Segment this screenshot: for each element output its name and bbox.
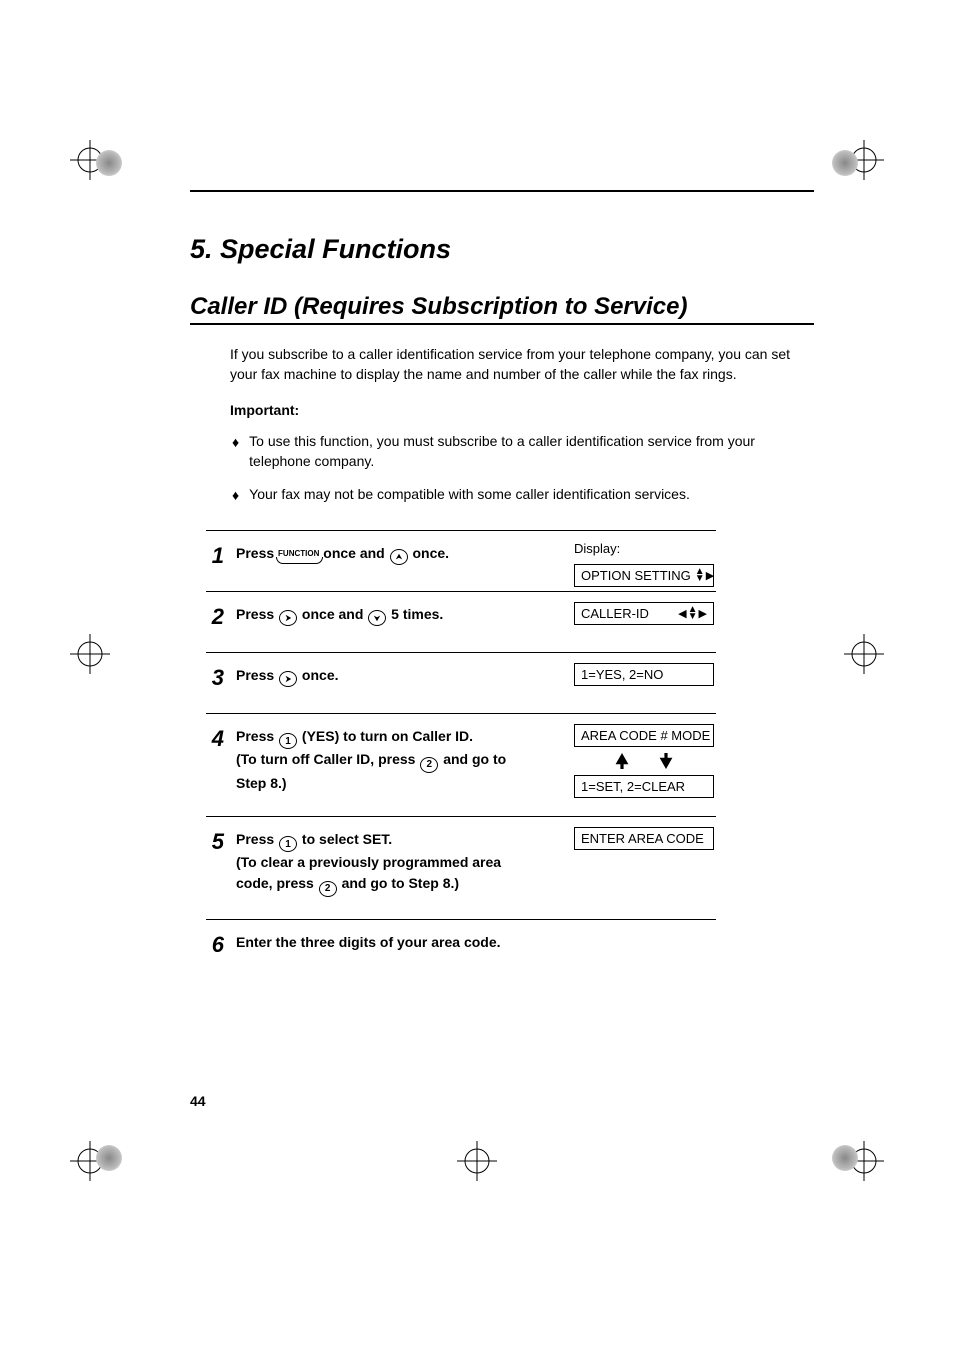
num-2-key-icon: 2: [319, 881, 337, 897]
step-number: 6: [206, 932, 224, 958]
display-label: Display:: [574, 541, 620, 556]
section-title: Caller ID (Requires Subscription to Serv…: [190, 293, 814, 325]
display-box: OPTION SETTING ▲▼▶: [574, 564, 714, 587]
step-text: and go to Step 8.): [338, 875, 459, 891]
display-box: ENTER AREA CODE: [574, 827, 714, 850]
display-text: 1=SET, 2=CLEAR: [581, 779, 685, 794]
step-text: Press: [236, 667, 278, 683]
step-text: Press: [236, 606, 278, 622]
arrow-indicator-icon: ▲▼▶: [695, 568, 714, 582]
registration-mark: [457, 1141, 497, 1181]
step-number: 5: [206, 829, 224, 855]
step-text: Press: [236, 545, 278, 561]
step-text: once and: [298, 606, 367, 622]
display-box: CALLER-ID ◀▲▼▶: [574, 602, 714, 625]
display-column: ENTER AREA CODE: [574, 827, 714, 850]
step-text: Press: [236, 728, 278, 744]
arrow-indicator-icon: ◀▲▼▶: [678, 606, 707, 620]
down-key-icon: [368, 610, 386, 626]
step-row: 4 Press 1 (YES) to turn on Caller ID. (To …: [206, 714, 716, 817]
display-column: 1=YES, 2=NO: [574, 663, 714, 686]
page-number: 44: [190, 1093, 206, 1109]
corner-ornament: [832, 1145, 858, 1171]
step-text: once.: [409, 545, 449, 561]
step-text: 5 times.: [387, 606, 443, 622]
step-body: Press 1 (YES) to turn on Caller ID. (To t…: [236, 726, 536, 794]
num-1-key-icon: 1: [279, 733, 297, 749]
corner-ornament: [832, 150, 858, 176]
right-key-icon: [279, 610, 297, 626]
step-number: 1: [206, 543, 224, 569]
diamond-bullet-icon: ♦: [232, 433, 239, 471]
steps-table: 1Press FUNCTION once and once.Display:OP…: [206, 530, 716, 980]
step-row: 1 Press FUNCTION once and once. Display: OP…: [206, 531, 716, 592]
page-content: 5. Special Functions Caller ID (Requires…: [190, 190, 814, 980]
display-column: AREA CODE # MODE 1=SET, 2=CLEAR: [574, 724, 714, 798]
important-label: Important:: [230, 402, 814, 418]
up-key-icon: [390, 549, 408, 565]
step-text: (To turn off Caller ID, press: [236, 751, 419, 767]
display-text: OPTION SETTING: [581, 568, 691, 583]
registration-mark: [844, 634, 884, 674]
corner-ornament: [96, 1145, 122, 1171]
step-text: Press: [236, 831, 278, 847]
step-row: 6 Enter the three digits of your area cod…: [206, 920, 716, 980]
function-key-icon: FUNCTION: [278, 548, 319, 560]
bullet-text: Your fax may not be compatible with some…: [249, 485, 690, 506]
display-text: AREA CODE # MODE: [581, 728, 710, 743]
intro-paragraph: If you subscribe to a caller identificat…: [230, 345, 814, 384]
bullet-item: ♦ To use this function, you must subscri…: [230, 432, 814, 471]
step-body: Press once.: [236, 665, 536, 687]
step-body: Press FUNCTION once and once.: [236, 543, 536, 565]
step-text: (YES) to turn on Caller ID.: [298, 728, 473, 744]
display-column: Display: OPTION SETTING ▲▼▶: [574, 541, 714, 587]
step-row: 2 Press once and 5 times. CALLER-ID ◀▲▼▶: [206, 592, 716, 653]
display-column: CALLER-ID ◀▲▼▶: [574, 602, 714, 625]
step-body: Press 1 to select SET.(To clear a previo…: [236, 829, 536, 897]
display-text: 1=YES, 2=NO: [581, 667, 663, 682]
chapter-title: 5. Special Functions: [190, 234, 814, 265]
step-row: 5 Press 1 to select SET.(To clear a previ…: [206, 817, 716, 920]
display-box: AREA CODE # MODE: [574, 724, 714, 747]
num-2-key-icon: 2: [420, 757, 438, 773]
step-number: 4: [206, 726, 224, 752]
display-text: ENTER AREA CODE: [581, 831, 704, 846]
num-1-key-icon: 1: [279, 836, 297, 852]
up-down-arrows-icon: [574, 753, 714, 769]
bullet-item: ♦ Your fax may not be compatible with so…: [230, 485, 814, 506]
display-box: 1=YES, 2=NO: [574, 663, 714, 686]
step-number: 2: [206, 604, 224, 630]
step-number: 3: [206, 665, 224, 691]
bullet-text: To use this function, you must subscribe…: [249, 432, 814, 471]
registration-mark: [70, 634, 110, 674]
step-text: once and: [319, 545, 388, 561]
corner-ornament: [96, 150, 122, 176]
diamond-bullet-icon: ♦: [232, 486, 239, 506]
step-body: Press once and 5 times.: [236, 604, 536, 626]
display-box: 1=SET, 2=CLEAR: [574, 775, 714, 798]
top-rule: [190, 190, 814, 192]
step-text: Enter the three digits of your area code…: [236, 934, 501, 950]
step-text: once.: [298, 667, 338, 683]
step-body: Enter the three digits of your area code…: [236, 932, 536, 953]
right-key-icon: [279, 671, 297, 687]
display-text: CALLER-ID: [581, 606, 649, 621]
step-text: to select SET.: [298, 831, 392, 847]
step-row: 3 Press once. 1=YES, 2=NO: [206, 653, 716, 714]
